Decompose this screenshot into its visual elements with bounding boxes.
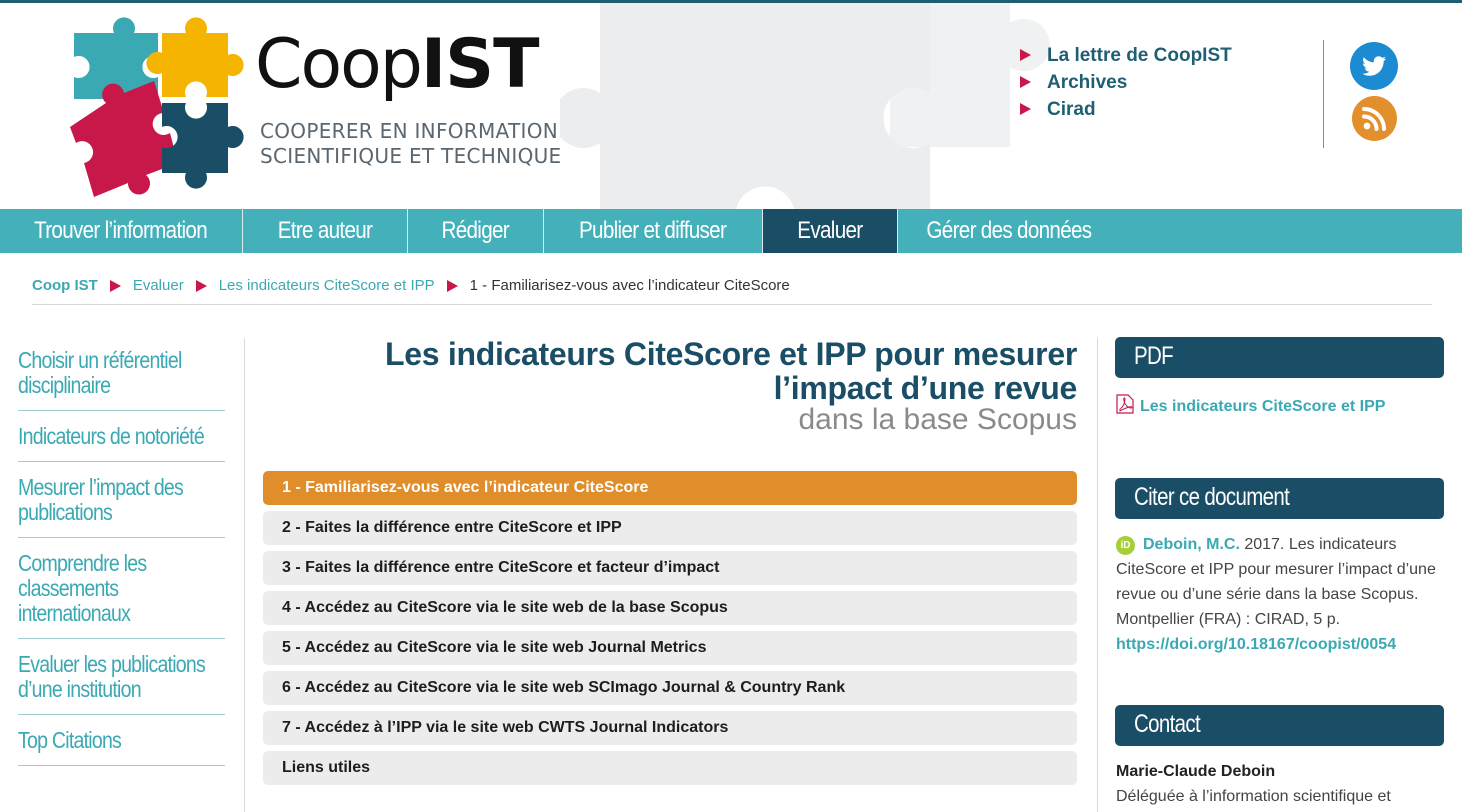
puzzle-logo-icon bbox=[70, 17, 244, 197]
brand-wordmark: CoopIST bbox=[255, 25, 540, 105]
site-header: CoopIST COOPERER EN INFORMATION SCIENTIF… bbox=[0, 3, 1462, 209]
brand-coop: Coop bbox=[255, 25, 423, 104]
main-nav: Trouver l’information Etre auteur Rédige… bbox=[0, 209, 1462, 253]
link-cirad[interactable]: Cirad bbox=[1020, 96, 1232, 123]
step-item[interactable]: 6 - Accédez au CiteScore via le site web… bbox=[263, 671, 1077, 705]
step-list: 1 - Familiarisez-vous avec l’indicateur … bbox=[263, 471, 1077, 791]
breadcrumb-home[interactable]: Coop IST bbox=[32, 277, 98, 294]
breadcrumb-evaluer[interactable]: Evaluer bbox=[133, 277, 184, 294]
step-item-liens-utiles[interactable]: Liens utiles bbox=[263, 751, 1077, 785]
page-title-line-2: l’impact d’une revue bbox=[773, 370, 1078, 406]
rss-feed-icon bbox=[1362, 107, 1386, 131]
bullet-triangle-icon bbox=[1020, 76, 1031, 88]
pdf-file-icon bbox=[1116, 394, 1134, 414]
page-title-line-1: Les indicateurs CiteScore et IPP pour me… bbox=[385, 336, 1077, 372]
sidebar-item-institution[interactable]: Evaluer les publications d’une instituti… bbox=[18, 639, 225, 715]
nav-trouver-information[interactable]: Trouver l’information bbox=[0, 209, 243, 253]
sidebar-item-notoriete[interactable]: Indicateurs de notoriété bbox=[18, 411, 225, 462]
nav-evaluer[interactable]: Evaluer bbox=[763, 209, 898, 253]
twitter-bird-icon bbox=[1362, 56, 1386, 76]
header-links: La lettre de CoopIST Archives Cirad bbox=[1020, 42, 1232, 123]
twitter-icon[interactable] bbox=[1350, 42, 1398, 90]
step-item[interactable]: 7 - Accédez à l’IPP via le site web CWTS… bbox=[263, 711, 1077, 745]
contact-name: Marie-Claude Deboin bbox=[1116, 763, 1276, 780]
bullet-triangle-icon bbox=[1020, 49, 1031, 61]
page-subtitle: dans la base Scopus bbox=[798, 403, 1077, 436]
step-item[interactable]: 2 - Faites la différence entre CiteScore… bbox=[263, 511, 1077, 545]
step-item[interactable]: 3 - Faites la différence entre CiteScore… bbox=[263, 551, 1077, 585]
breadcrumb-separator-icon bbox=[109, 279, 121, 292]
cite-section-header: Citer ce document bbox=[1115, 478, 1444, 519]
page-title: Les indicateurs CiteScore et IPP pour me… bbox=[263, 337, 1077, 437]
nav-rediger[interactable]: Rédiger bbox=[408, 209, 544, 253]
pdf-download-link[interactable]: Les indicateurs CiteScore et IPP bbox=[1116, 394, 1385, 417]
nav-etre-auteur[interactable]: Etre auteur bbox=[243, 209, 408, 253]
right-column-divider bbox=[1097, 338, 1098, 812]
step-item[interactable]: 5 - Accédez au CiteScore via le site web… bbox=[263, 631, 1077, 665]
tagline-line-2: SCIENTIFIQUE ET TECHNIQUE bbox=[260, 144, 562, 168]
step-item-current[interactable]: 1 - Familiarisez-vous avec l’indicateur … bbox=[263, 471, 1077, 505]
nav-publier-diffuser[interactable]: Publier et diffuser bbox=[544, 209, 763, 253]
left-column-divider bbox=[244, 338, 245, 812]
sidebar-item-classements[interactable]: Comprendre les classements internationau… bbox=[18, 538, 225, 639]
citation-doi-link[interactable]: https://doi.org/10.18167/coopist/0054 bbox=[1116, 636, 1396, 653]
rss-icon[interactable] bbox=[1352, 96, 1397, 141]
sidebar-item-referentiel[interactable]: Choisir un référentiel disciplinaire bbox=[18, 336, 225, 411]
brand-ist: IST bbox=[420, 25, 540, 104]
breadcrumb-indicateurs[interactable]: Les indicateurs CiteScore et IPP bbox=[219, 277, 435, 294]
orcid-icon[interactable]: iD bbox=[1116, 536, 1135, 555]
pdf-section-header: PDF bbox=[1115, 337, 1444, 378]
brand-tagline: COOPERER EN INFORMATION SCIENTIFIQUE ET … bbox=[260, 119, 562, 169]
citation-text: iD Deboin, M.C. 2017. Les indicateurs Cit… bbox=[1116, 532, 1446, 657]
nav-gerer-donnees[interactable]: Gérer des données bbox=[898, 209, 1120, 253]
breadcrumb-separator-icon bbox=[446, 279, 458, 292]
sidebar-item-top-citations[interactable]: Top Citations bbox=[18, 715, 225, 766]
breadcrumb: Coop IST Evaluer Les indicateurs CiteScore… bbox=[32, 276, 790, 296]
header-divider bbox=[1323, 40, 1324, 148]
link-archives[interactable]: Archives bbox=[1020, 69, 1232, 96]
link-lettre-coopist[interactable]: La lettre de CoopIST bbox=[1020, 42, 1232, 69]
left-sidebar: Choisir un référentiel disciplinaire Ind… bbox=[18, 336, 225, 766]
contact-section-header: Contact bbox=[1115, 705, 1444, 746]
breadcrumb-separator-icon bbox=[195, 279, 207, 292]
bullet-triangle-icon bbox=[1020, 103, 1031, 115]
citation-author-link[interactable]: Deboin, M.C. bbox=[1143, 536, 1240, 553]
sidebar-item-impact[interactable]: Mesurer l’impact des publications bbox=[18, 462, 225, 538]
tagline-line-1: COOPERER EN INFORMATION bbox=[260, 119, 558, 143]
breadcrumb-current: 1 - Familiarisez-vous avec l’indicateur … bbox=[469, 277, 790, 294]
background-puzzle-decoration bbox=[560, 3, 1050, 209]
breadcrumb-divider bbox=[32, 304, 1432, 305]
step-item[interactable]: 4 - Accédez au CiteScore via le site web… bbox=[263, 591, 1077, 625]
contact-role: Déléguée à l’information scientifique et bbox=[1116, 788, 1391, 805]
